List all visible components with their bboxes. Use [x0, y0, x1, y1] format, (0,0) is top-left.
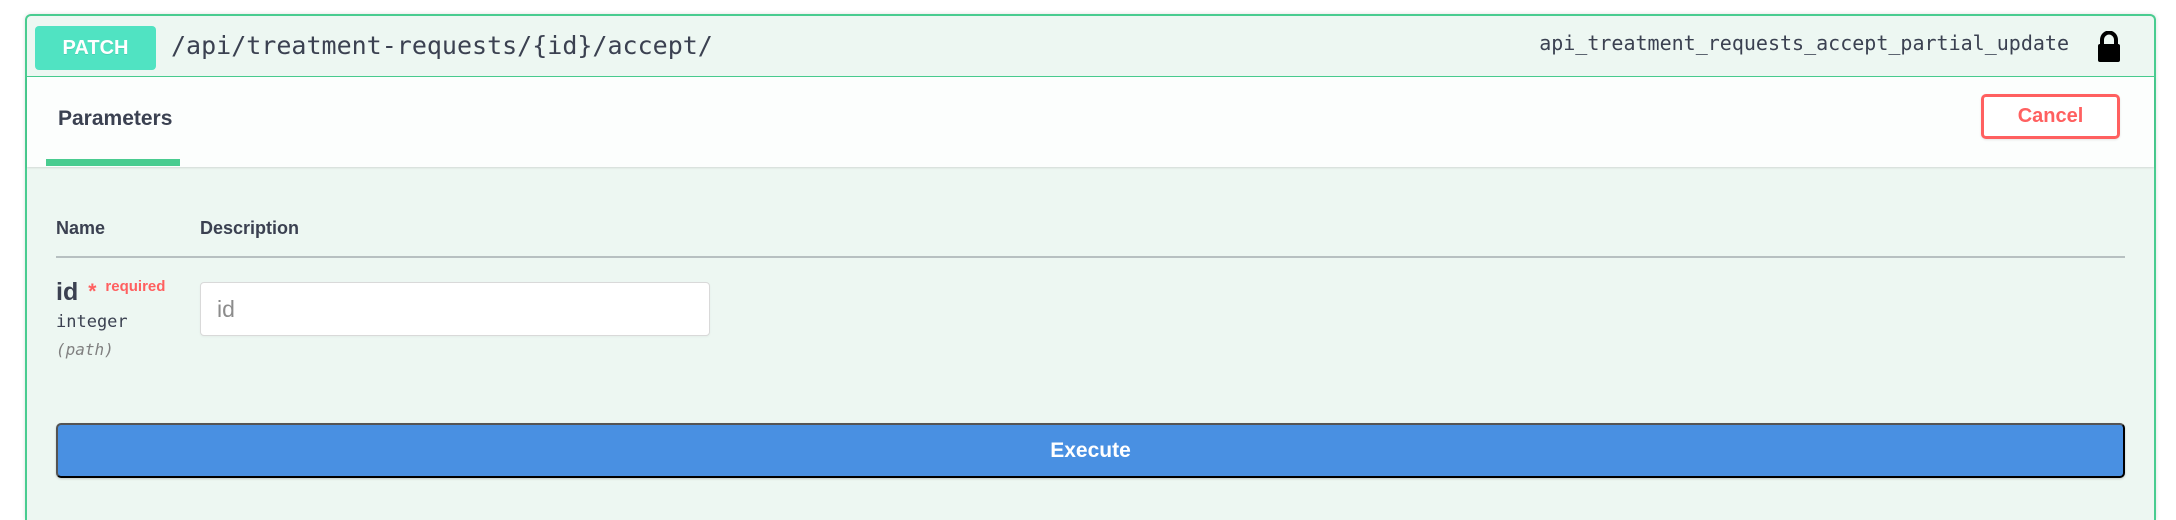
- id-input[interactable]: [200, 282, 710, 336]
- active-tab-indicator: [46, 159, 180, 166]
- parameter-name-cell: id * required: [56, 278, 165, 307]
- required-star: *: [88, 280, 97, 303]
- lock-icon[interactable]: [2095, 30, 2123, 65]
- required-label: required: [105, 278, 166, 295]
- cancel-button[interactable]: Cancel: [1981, 94, 2120, 139]
- operation-block: PATCH /api/treatment-requests/{id}/accep…: [25, 14, 2156, 520]
- name-column-header: Name: [56, 218, 106, 238]
- execute-button[interactable]: Execute: [56, 423, 2125, 478]
- header-divider: [56, 256, 2125, 258]
- parameter-name: id: [56, 278, 79, 306]
- endpoint-path: /api/treatment-requests/{id}/accept/: [171, 31, 713, 60]
- parameter-type: integer: [56, 312, 128, 332]
- tab-parameters[interactable]: Parameters: [46, 77, 180, 167]
- operation-summary[interactable]: PATCH /api/treatment-requests/{id}/accep…: [27, 16, 2154, 77]
- operation-id: api_treatment_requests_accept_partial_up…: [1539, 31, 2069, 55]
- tab-parameters-label: Parameters: [58, 107, 173, 130]
- parameter-location: (path): [56, 340, 114, 359]
- http-method-badge: PATCH: [35, 26, 156, 70]
- parameters-section-header: Parameters Cancel: [27, 77, 2154, 167]
- description-column-header: Description: [200, 218, 300, 238]
